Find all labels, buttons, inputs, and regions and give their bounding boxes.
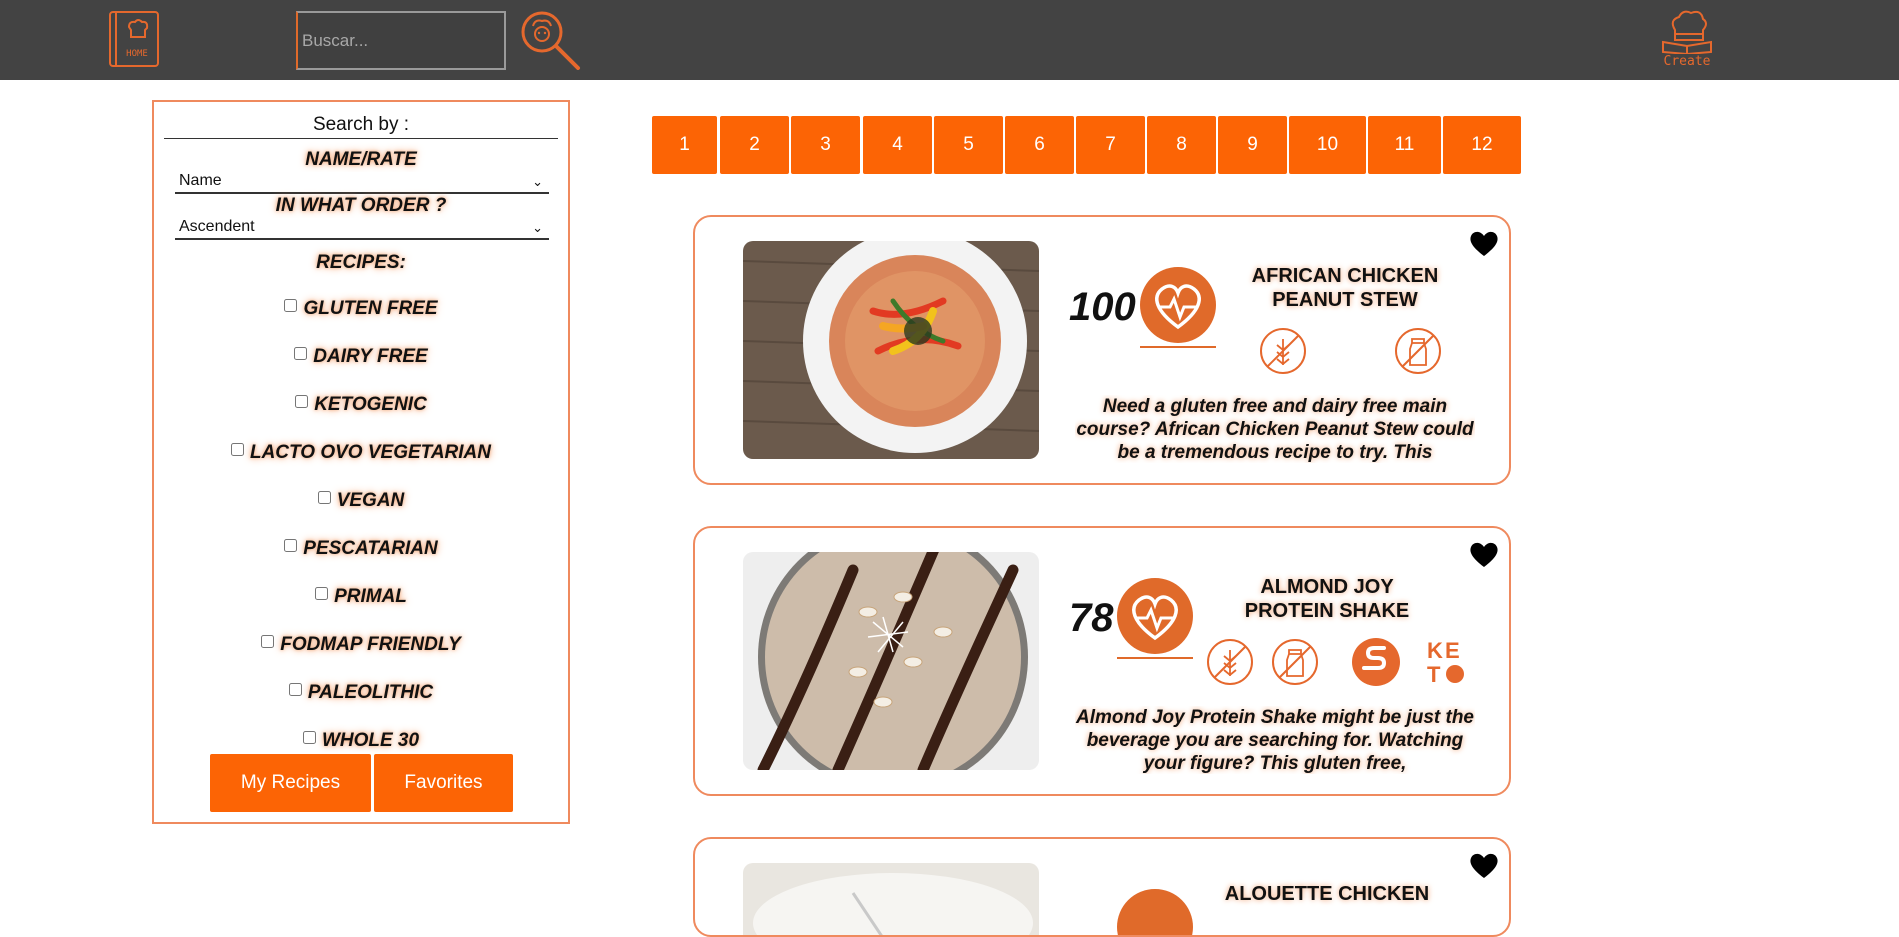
home-cookbook-icon: HOME bbox=[109, 11, 159, 67]
filter-sidebar: Search by : NAME/RATE Name ⌄ IN WHAT ORD… bbox=[152, 100, 570, 824]
diet-checkbox[interactable] bbox=[230, 443, 244, 456]
recipe-card[interactable]: 78 ALMOND JOY PROTEIN SHAKE K E T Almond… bbox=[693, 526, 1511, 796]
top-navbar: HOME Create bbox=[0, 0, 1899, 80]
recipe-card[interactable]: 100 AFRICAN CHICKEN PEANUT STEW Need a g… bbox=[693, 215, 1511, 485]
page-button-6[interactable]: 6 bbox=[1005, 116, 1074, 174]
sort-select[interactable]: Name ⌄ bbox=[175, 172, 549, 194]
page-button-10[interactable]: 10 bbox=[1289, 116, 1366, 174]
search-button[interactable] bbox=[520, 10, 582, 70]
diet-checkbox[interactable] bbox=[295, 395, 309, 408]
favorite-heart-icon[interactable] bbox=[1469, 851, 1499, 879]
diet-label: PALEOLITHIC bbox=[307, 682, 434, 703]
heart-pulse-icon bbox=[1117, 889, 1193, 935]
diet-filter-fodmap-friendly: FODMAP FRIENDLY bbox=[154, 634, 568, 656]
page-button-2[interactable]: 2 bbox=[720, 116, 789, 174]
svg-text:E: E bbox=[1445, 638, 1460, 663]
dairy-free-icon bbox=[1394, 327, 1442, 375]
page-button-3[interactable]: 3 bbox=[791, 116, 860, 174]
diet-filter-pescatarian: PESCATARIAN bbox=[154, 538, 568, 560]
gluten-free-icon bbox=[1259, 327, 1307, 375]
search-input[interactable] bbox=[296, 11, 506, 70]
sort-select-value: Name bbox=[179, 172, 222, 189]
dairy-free-icon bbox=[1271, 638, 1319, 686]
heart-pulse-icon bbox=[1117, 578, 1193, 659]
diet-filter-gluten-free: GLUTEN FREE bbox=[154, 298, 568, 320]
diet-filter-lacto-ovo-vegetarian: LACTO OVO VEGETARIAN bbox=[154, 442, 568, 464]
diet-label: FODMAP FRIENDLY bbox=[280, 634, 461, 655]
favorites-button[interactable]: Favorites bbox=[374, 754, 513, 812]
diet-label: GLUTEN FREE bbox=[303, 298, 438, 319]
diet-checkbox[interactable] bbox=[284, 539, 298, 552]
create-label: Create bbox=[1663, 54, 1711, 69]
stew-bowl-image bbox=[743, 241, 1039, 459]
chef-hat-book-icon bbox=[1662, 10, 1712, 56]
page-button-11[interactable]: 11 bbox=[1368, 116, 1441, 174]
favorite-heart-icon[interactable] bbox=[1469, 540, 1499, 568]
home-button[interactable]: HOME bbox=[107, 10, 161, 68]
search-by-title: Search by : bbox=[164, 114, 558, 139]
health-score-badge bbox=[1115, 578, 1195, 667]
diet-label: PESCATARIAN bbox=[303, 538, 438, 559]
protein-shake-image bbox=[743, 552, 1039, 770]
diet-checkbox[interactable] bbox=[317, 491, 331, 504]
chef-search-icon bbox=[521, 11, 580, 70]
diet-label: PRIMAL bbox=[334, 586, 407, 607]
recipe-title: ALOUETTE CHICKEN bbox=[1224, 883, 1430, 905]
chevron-down-icon: ⌄ bbox=[532, 174, 543, 189]
recipe-image[interactable] bbox=[743, 552, 1039, 770]
diet-checkbox[interactable] bbox=[284, 299, 298, 312]
health-score: 100 bbox=[1069, 285, 1136, 329]
recipe-title: ALMOND JOY PROTEIN SHAKE bbox=[1244, 576, 1410, 622]
health-score: 78 bbox=[1069, 596, 1114, 640]
page-button-7[interactable]: 7 bbox=[1076, 116, 1145, 174]
recipe-description: Almond Joy Protein Shake might be just t… bbox=[1076, 707, 1474, 774]
health-score-badge bbox=[1138, 267, 1218, 356]
recipe-card[interactable]: ALOUETTE CHICKEN bbox=[693, 837, 1511, 937]
page-button-9[interactable]: 9 bbox=[1218, 116, 1287, 174]
page-button-4[interactable]: 4 bbox=[863, 116, 932, 174]
diet-label: VEGAN bbox=[336, 490, 405, 511]
svg-text:K: K bbox=[1427, 638, 1443, 663]
diet-label: LACTO OVO VEGETARIAN bbox=[249, 442, 492, 463]
chicken-dish-image bbox=[743, 863, 1039, 935]
diet-filter-vegan: VEGAN bbox=[154, 490, 568, 512]
recipe-image[interactable] bbox=[743, 241, 1039, 459]
recipes-heading: RECIPES: bbox=[316, 252, 406, 273]
diet-filter-ketogenic: KETOGENIC bbox=[154, 394, 568, 416]
gluten-free-icon bbox=[1206, 638, 1254, 686]
diet-label: KETOGENIC bbox=[314, 394, 427, 415]
svg-text:T: T bbox=[1427, 662, 1441, 687]
recipe-title: AFRICAN CHICKEN PEANUT STEW bbox=[1251, 265, 1439, 311]
create-recipe-button[interactable]: Create bbox=[1660, 8, 1714, 72]
diet-filter-dairy-free: DAIRY FREE bbox=[154, 346, 568, 368]
diet-checkbox[interactable] bbox=[288, 683, 302, 696]
diet-checkbox[interactable] bbox=[315, 587, 329, 600]
my-recipes-button[interactable]: My Recipes bbox=[210, 754, 371, 812]
page-button-1[interactable]: 1 bbox=[652, 116, 717, 174]
recipe-description: Need a gluten free and dairy free main c… bbox=[1076, 396, 1474, 463]
order-select-value: Ascendent bbox=[179, 218, 255, 235]
chevron-down-icon: ⌄ bbox=[532, 220, 543, 235]
diet-label: WHOLE 30 bbox=[321, 730, 420, 751]
diet-label: DAIRY FREE bbox=[313, 346, 428, 367]
page-button-5[interactable]: 5 bbox=[934, 116, 1003, 174]
diet-filter-primal: PRIMAL bbox=[154, 586, 568, 608]
heart-pulse-icon bbox=[1140, 267, 1216, 348]
health-score-badge bbox=[1115, 889, 1195, 935]
diet-checkbox[interactable] bbox=[261, 635, 275, 648]
diet-filter-paleolithic: PALEOLITHIC bbox=[154, 682, 568, 704]
page-button-8[interactable]: 8 bbox=[1147, 116, 1216, 174]
sort-heading: NAME/RATE bbox=[305, 149, 417, 170]
page-button-12[interactable]: 12 bbox=[1443, 116, 1521, 174]
order-heading: IN WHAT ORDER ? bbox=[275, 195, 447, 216]
svg-text:HOME: HOME bbox=[126, 49, 148, 59]
fodmap-icon bbox=[1352, 638, 1400, 686]
diet-filter-whole-30: WHOLE 30 bbox=[154, 730, 568, 752]
diet-checkbox[interactable] bbox=[302, 731, 316, 744]
keto-icon: K E T bbox=[1423, 636, 1471, 687]
favorite-heart-icon[interactable] bbox=[1469, 229, 1499, 257]
order-select[interactable]: Ascendent ⌄ bbox=[175, 218, 549, 240]
diet-checkbox[interactable] bbox=[294, 347, 308, 360]
recipe-image[interactable] bbox=[743, 863, 1039, 935]
